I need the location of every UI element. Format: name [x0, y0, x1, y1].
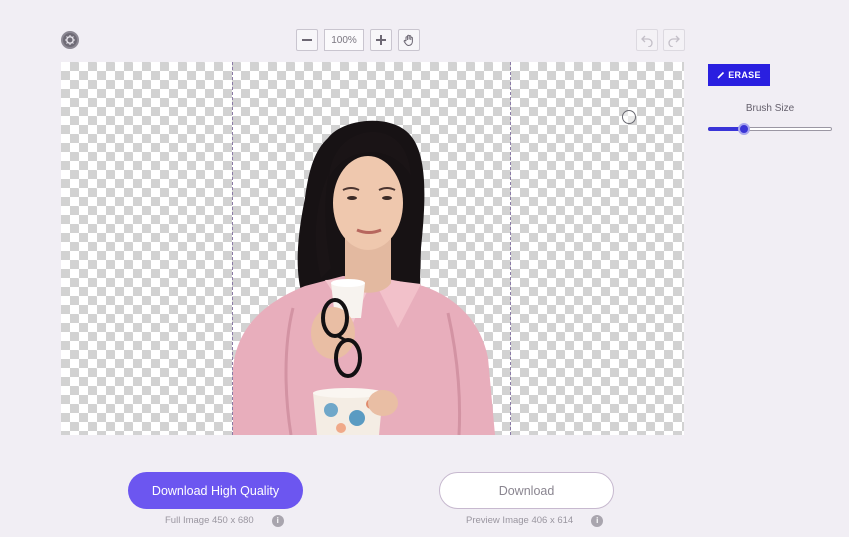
redo-icon — [668, 35, 680, 47]
plus-icon — [376, 35, 386, 45]
redo-button[interactable] — [663, 29, 685, 51]
preview-image-info: Preview Image 406 x 614 i — [466, 514, 604, 527]
undo-button[interactable] — [636, 29, 658, 51]
zoom-in-button[interactable] — [370, 29, 392, 51]
slider-thumb[interactable] — [738, 123, 750, 135]
hand-icon — [403, 34, 413, 46]
brush-size-label: Brush Size — [745, 103, 795, 114]
erase-button[interactable]: ERASE — [708, 64, 770, 86]
zoom-out-button[interactable] — [296, 29, 318, 51]
pencil-icon — [717, 71, 725, 79]
zoom-controls: 100% — [296, 29, 420, 51]
settings-button[interactable] — [61, 31, 79, 49]
download-high-quality-button[interactable]: Download High Quality — [128, 472, 303, 509]
info-icon[interactable]: i — [271, 514, 284, 527]
full-image-info: Full Image 450 x 680 i — [165, 514, 284, 527]
settings-icon — [65, 35, 75, 45]
background-remover-editor: 100% ERASE Brush Size Download High Qual… — [0, 0, 849, 537]
erase-label: ERASE — [728, 70, 761, 80]
info-icon[interactable]: i — [591, 514, 604, 527]
full-image-size: Full Image 450 x 680 — [165, 515, 254, 526]
undo-icon — [641, 35, 653, 47]
minus-icon — [302, 39, 312, 41]
zoom-level: 100% — [324, 29, 364, 51]
download-preview-button[interactable]: Download — [439, 472, 614, 509]
preview-image-size: Preview Image 406 x 614 — [466, 515, 574, 526]
brush-size-slider[interactable] — [708, 122, 832, 136]
brush-cursor — [622, 110, 636, 124]
subject-photo — [233, 120, 495, 435]
history-controls — [636, 29, 685, 51]
image-canvas[interactable] — [61, 62, 684, 435]
pan-tool-button[interactable] — [398, 29, 420, 51]
